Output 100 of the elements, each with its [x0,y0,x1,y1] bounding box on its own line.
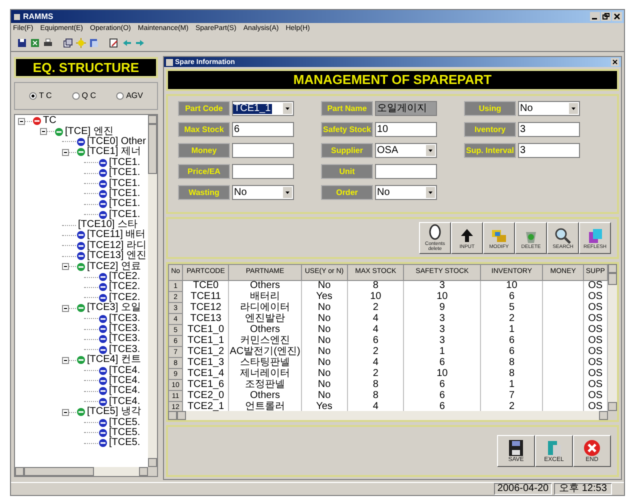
table-cell: 커민스엔진 [228,336,302,346]
tree-item[interactable]: [TCE3. [109,344,140,355]
edit-icon[interactable] [109,38,119,48]
radio-icon[interactable] [29,92,38,100]
input-field[interactable]: 10 [375,122,437,137]
document-icon[interactable] [89,38,99,48]
collapse-toggle-icon[interactable] [62,356,69,364]
table-cell: No [301,280,348,292]
status-text: 2006-04-20 [494,483,552,495]
table-cell: TCE1_6 [182,380,229,390]
field-label: Max Stock [178,122,230,137]
tree-item[interactable]: [TCE5. [109,428,140,438]
input-field[interactable]: 6 [232,122,294,137]
save-icon[interactable] [17,38,27,48]
tree-item[interactable]: [TCE1. [109,199,140,210]
tree-item[interactable]: [TCE2. [109,282,140,292]
radio-icon[interactable] [116,92,124,100]
table-cell: 라디에이터 [228,302,302,314]
collapse-toggle-icon[interactable] [18,118,25,125]
tree-item[interactable]: [TCE4. [109,396,140,407]
tree-item[interactable]: [TCE2. [109,272,140,282]
field-label: Safety Stock [321,122,373,137]
radio-icon[interactable] [72,92,80,100]
tree-item[interactable]: [TCE4. [109,376,140,386]
input-field[interactable]: 3 [518,122,580,137]
print-icon[interactable] [43,38,53,48]
tree-item[interactable]: [TCE5] 냉각 [87,407,141,418]
tree-item[interactable]: [TCE1. [109,158,140,168]
dropdown-field[interactable]: TCE1_1 [232,101,294,116]
up-arrow-icon [458,226,476,244]
tree-item[interactable]: [TCE] 엔진 [65,126,114,137]
tree-item[interactable]: [TCE3] 오일 [87,303,141,314]
window-title: RAMMS [23,10,54,22]
tree-item[interactable]: [TCE5. [109,438,140,448]
table-cell: No [301,314,348,324]
tree-item[interactable]: [TCE3. [109,314,140,324]
tree-item[interactable]: [TCE1. [109,178,140,189]
close-icon[interactable] [611,58,619,66]
tree-item[interactable]: [TCE1. [109,210,140,220]
tree-item[interactable]: [TCE2] 연료 [87,262,141,272]
dropdown-field[interactable]: No [232,185,294,200]
table-cell: 8 [347,390,404,402]
dropdown-field[interactable]: No [375,185,437,200]
table-cell: No [301,390,348,402]
table-cell: 6 [347,336,404,346]
field-label: Price/EA [178,164,230,179]
table-cell: 4 [347,324,404,336]
collapse-toggle-icon[interactable] [62,263,69,270]
vertical-scrollbar[interactable] [608,264,617,411]
input-field[interactable] [375,164,437,179]
tree-item[interactable]: [TCE13] 엔진 [87,251,146,262]
tree-item[interactable]: [TCE11] 배터 [87,230,146,240]
table-cell: 3 [404,336,480,346]
radio-option[interactable]: T C [29,90,52,102]
dropdown-field[interactable]: No [518,101,580,116]
collapse-toggle-icon[interactable] [62,304,69,312]
tree-item[interactable]: [TCE4. [109,386,140,396]
vertical-scrollbar[interactable] [148,115,157,467]
close-icon[interactable] [612,12,622,21]
collapse-toggle-icon[interactable] [40,128,47,136]
tree-item[interactable]: [TCE1. [109,188,140,199]
radio-option[interactable]: AGV [116,90,143,102]
table-cell: 8 [480,358,543,368]
tree-item[interactable]: [TCE0] Other [87,136,146,147]
tree-item[interactable]: [TCE4] 컨트 [87,355,141,366]
dropdown-field[interactable]: OSA [375,143,437,158]
tree-item[interactable]: [TCE10] 스타 [78,220,138,230]
input-field[interactable] [232,164,294,179]
spreadsheet-icon[interactable] [30,38,40,48]
horizontal-scrollbar[interactable] [168,411,617,420]
table-cell: Yes [301,292,348,302]
input-field[interactable] [232,143,294,158]
tree-item[interactable]: [TCE1] 제너 [87,147,141,158]
radio-option[interactable]: Q C [72,90,96,102]
tree-item[interactable]: [TCE2. [109,292,140,303]
field-label: Money [178,143,230,158]
input-field[interactable]: 3 [518,143,580,158]
collapse-toggle-icon[interactable] [62,408,69,416]
tree-item[interactable]: [TCE1. [109,168,140,178]
restore-icon[interactable] [601,12,611,21]
close-icon [583,439,601,457]
table-cell: 6 [404,380,480,390]
tree-item[interactable]: [TCE4. [109,366,140,376]
input-field[interactable]: 오일게이지 [375,101,437,116]
table-cell: TCE1_0 [182,324,229,336]
field-label: Part Code [178,101,230,116]
table-cell: 스타팅판넬 [228,358,302,368]
horizontal-scrollbar[interactable] [15,467,157,476]
tree-item[interactable]: [TCE3. [109,334,140,344]
table-cell: 8 [480,368,543,380]
tree-item[interactable]: [TCE12] 라디 [87,240,146,251]
tree-item[interactable]: [TCE3. [109,324,140,334]
windows-icon[interactable] [63,38,73,48]
table-cell: TCE1_3 [182,358,229,368]
table-cell: 조정판넬 [228,380,302,390]
tree-item[interactable]: TC [43,116,56,126]
tree-item[interactable]: [TCE5. [109,418,140,428]
minimize-icon[interactable] [590,12,600,21]
collapse-toggle-icon[interactable] [62,148,69,156]
table-cell: 2 [480,314,543,324]
